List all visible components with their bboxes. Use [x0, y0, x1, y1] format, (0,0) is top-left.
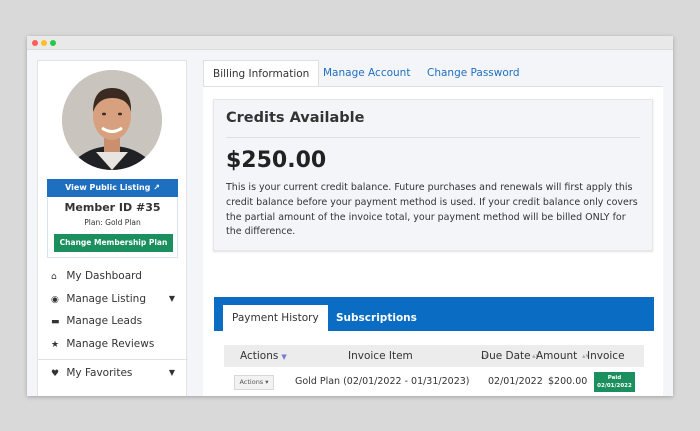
invoice-item-cell: Gold Plan (02/01/2022 - 01/31/2023): [295, 376, 470, 387]
amount-cell: $200.00: [548, 376, 588, 387]
tab-billing-information[interactable]: Billing Information: [203, 60, 320, 86]
change-membership-plan-button[interactable]: Change Membership Plan: [54, 234, 173, 252]
sidebar-item-manage-leads[interactable]: ▬ Manage Leads: [38, 310, 188, 333]
column-due-date[interactable]: Due Date: [481, 345, 531, 367]
external-link-icon: ↗: [153, 183, 160, 192]
due-date-cell: 02/01/2022: [488, 376, 543, 387]
credits-divider: [226, 137, 640, 138]
tab-manage-account[interactable]: Manage Account: [314, 60, 419, 86]
sidebar-item-manage-reviews[interactable]: ★ Manage Reviews: [38, 333, 188, 356]
row-actions-dropdown[interactable]: Actions ▾: [234, 375, 274, 390]
sidebar-item-dashboard[interactable]: ⌂ My Dashboard: [38, 265, 188, 288]
star-icon: ★: [51, 339, 60, 350]
window-titlebar: [27, 36, 673, 50]
sidebar-divider: [38, 359, 188, 360]
user-circle-icon: ◉: [51, 294, 59, 305]
credits-card: Credits Available $250.00 This is your c…: [213, 99, 653, 251]
account-tabs: Billing Information Manage Account Chang…: [203, 60, 663, 86]
heart-icon: ♥: [51, 369, 60, 379]
profile-photo: [62, 70, 162, 170]
caret-down-icon: ▼: [168, 293, 175, 303]
minimize-window-dot[interactable]: [41, 40, 47, 46]
credits-title: Credits Available: [226, 110, 365, 126]
paid-status-badge[interactable]: Paid 02/01/2022: [594, 372, 635, 392]
member-plan: Plan: Gold Plan: [84, 218, 141, 227]
column-invoice-item[interactable]: Invoice Item: [348, 345, 413, 367]
member-id: Member ID #35: [64, 201, 161, 214]
credits-description: This is your current credit balance. Fut…: [226, 182, 638, 238]
close-window-dot[interactable]: [32, 40, 38, 46]
sidebar-nav: ⌂ My Dashboard ◉ Manage Listing ▼ ▬ Mana…: [38, 265, 188, 385]
column-invoice[interactable]: Invoice: [587, 345, 625, 367]
tab-change-password[interactable]: Change Password: [418, 60, 529, 86]
column-amount[interactable]: Amount: [536, 345, 577, 367]
folder-open-icon: ▬: [51, 317, 60, 327]
column-actions[interactable]: Actions ▼: [240, 345, 287, 367]
member-info-box: Member ID #35 Plan: Gold Plan Change Mem…: [47, 198, 178, 258]
sidebar-item-my-favorites[interactable]: ♥ My Favorites ▼: [38, 362, 188, 385]
tab-subscriptions[interactable]: Subscriptions: [327, 305, 426, 331]
history-tab-bar: Payment History Subscriptions: [214, 297, 654, 331]
credits-amount: $250.00: [226, 148, 327, 173]
sidebar-item-manage-listing[interactable]: ◉ Manage Listing ▼: [38, 288, 188, 311]
view-public-listing-button[interactable]: View Public Listing ↗: [47, 179, 178, 197]
member-sidebar: View Public Listing ↗ Member ID #35 Plan…: [37, 60, 188, 396]
caret-down-icon: ▾: [265, 378, 269, 386]
tab-payment-history[interactable]: Payment History: [223, 305, 328, 331]
sort-desc-icon: ▼: [281, 353, 287, 361]
billing-panel: Credits Available $250.00 This is your c…: [203, 86, 663, 396]
avatar: [62, 70, 162, 170]
payment-history-section: Payment History Subscriptions Actions ▼ I…: [214, 297, 654, 396]
browser-window: View Public Listing ↗ Member ID #35 Plan…: [27, 36, 673, 396]
home-icon: ⌂: [51, 272, 57, 282]
maximize-window-dot[interactable]: [50, 40, 56, 46]
table-header: Actions ▼ Invoice Item ▴▾ Due Date ▴▾ Amo…: [224, 345, 644, 367]
table-row: Actions ▾ Gold Plan (02/01/2022 - 01/31/…: [224, 369, 644, 395]
caret-down-icon: ▼: [168, 368, 175, 377]
